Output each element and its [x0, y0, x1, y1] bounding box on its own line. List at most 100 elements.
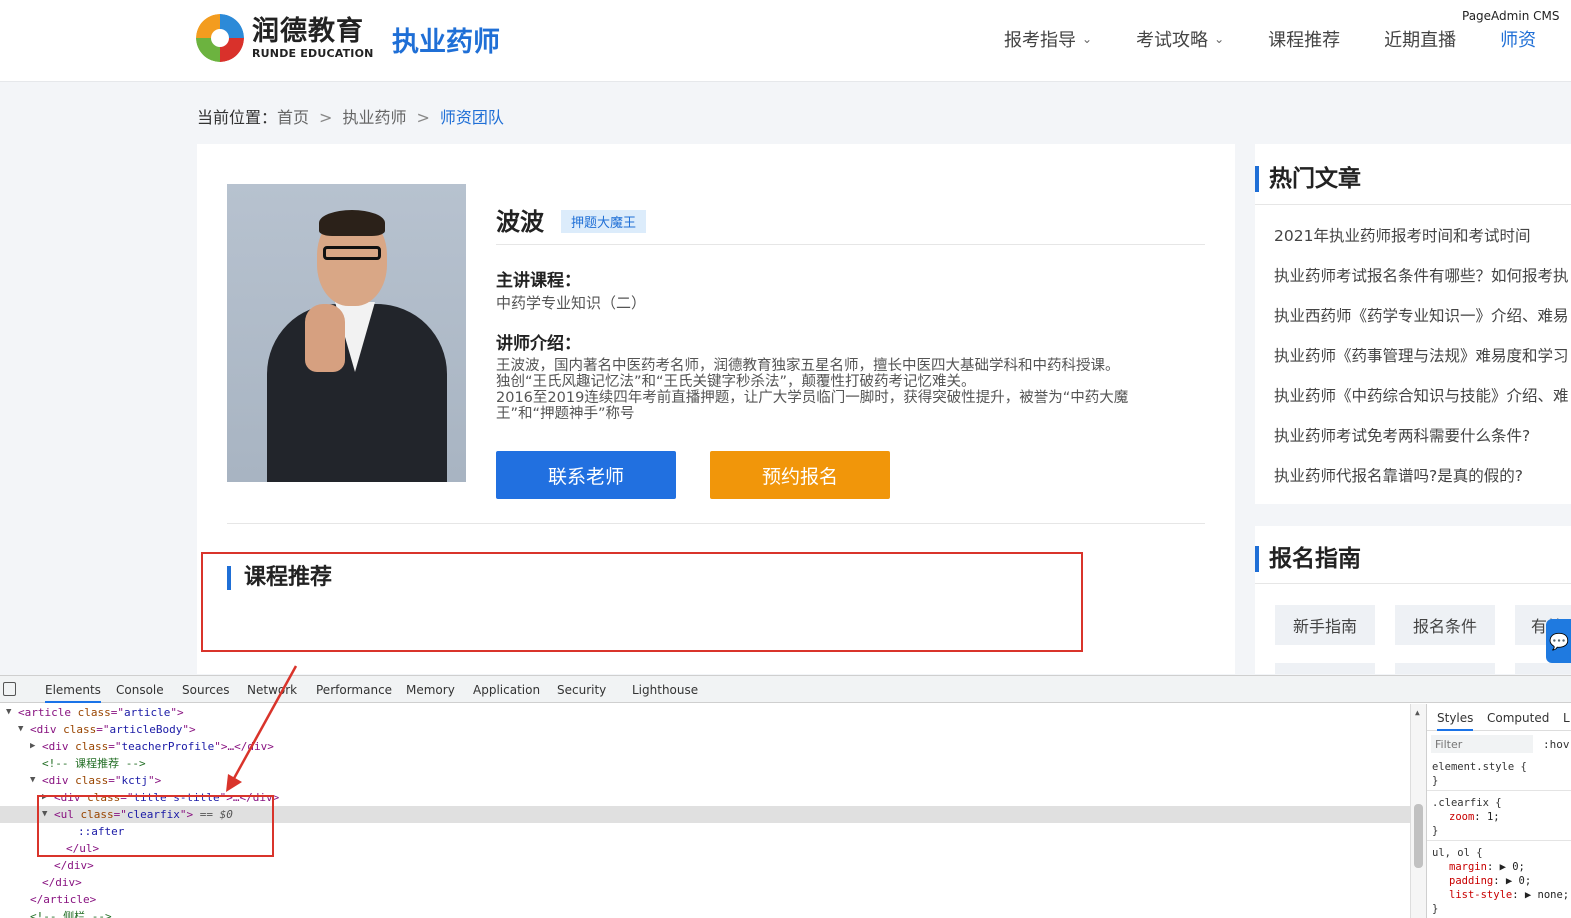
code-token: ">	[170, 706, 184, 719]
dom-node[interactable]: ▶ <div class="teacherProfile">…</div>	[0, 738, 1410, 755]
guide-chip-row2[interactable]	[1395, 663, 1495, 674]
scroll-thumb[interactable]	[1414, 804, 1423, 868]
hover-state-toggle[interactable]: :hov	[1543, 738, 1570, 751]
tab-lighthouse[interactable]: Lighthouse	[632, 683, 698, 697]
tab-sources[interactable]: Sources	[182, 683, 229, 697]
intro-line: 王波波，国内著名中医药考名师，润德教育独家五星名师，擅长中医四大基础学科和中药科…	[496, 358, 1120, 374]
scroll-up-icon[interactable]: ▲	[1415, 708, 1420, 717]
hot-article-link[interactable]: 执业药师《中药综合知识与技能》介绍、难	[1274, 384, 1569, 424]
dom-node[interactable]: <!-- 侧栏 -->	[0, 908, 1410, 918]
breadcrumb-home[interactable]: 首页	[277, 108, 309, 127]
breadcrumb: 当前位置：首页 > 执业药师 > 师资团队	[197, 104, 504, 128]
hot-article-link[interactable]: 2021年执业药师报考时间和考试时间	[1274, 224, 1569, 264]
intro-line: 王”和“押题神手”称号	[496, 406, 635, 422]
breadcrumb-category[interactable]: 执业药师	[342, 108, 406, 127]
hot-article-link[interactable]: 执业药师考试免考两科需要什么条件?	[1274, 424, 1569, 464]
dom-node[interactable]: </div>	[0, 857, 1410, 874]
tab-console[interactable]: Console	[116, 683, 164, 697]
guide-chip-row2[interactable]	[1515, 663, 1571, 674]
code-token: teacherProfile	[121, 740, 215, 753]
expand-triangle-icon[interactable]: ▼	[6, 704, 11, 721]
style-property[interactable]: margin: ▶ 0;	[1449, 860, 1525, 874]
contact-teacher-button[interactable]: 联系老师	[496, 451, 676, 499]
nav-item-exam-guide[interactable]: 报考指导 ⌄	[1004, 26, 1092, 52]
styles-pane: Styles Computed L :hov element.style {}.…	[1426, 704, 1571, 918]
tab-performance[interactable]: Performance	[316, 683, 392, 697]
dom-node[interactable]: ▼ <div class="kctj">	[0, 772, 1410, 789]
logo-text: 润德教育 RUNDE EDUCATION	[252, 18, 374, 59]
dom-node[interactable]: </div>	[0, 874, 1410, 891]
expand-triangle-icon[interactable]: ▼	[18, 721, 23, 738]
teacher-tag-badge: 押题大魔王	[561, 210, 647, 233]
guide-chip-conditions[interactable]: 报名条件	[1395, 605, 1495, 645]
annotation-box-code	[37, 795, 274, 857]
code-token: </article>	[30, 893, 97, 906]
dom-node[interactable]: </article>	[0, 891, 1410, 908]
intro-heading: 讲师介绍：	[496, 334, 581, 354]
code-token: <!-- 课程推荐 -->	[42, 757, 146, 770]
site-logo[interactable]: 润德教育 RUNDE EDUCATION	[196, 14, 374, 62]
course-heading: 主讲课程：	[496, 271, 581, 291]
code-token: ">	[148, 774, 162, 787]
property-name: padding	[1449, 875, 1494, 887]
guide-chip-newbie[interactable]: 新手指南	[1275, 605, 1375, 645]
code-token: class	[77, 706, 111, 719]
property-name: list-style	[1449, 889, 1513, 901]
breadcrumb-separator: >	[319, 108, 333, 127]
code-token: ="	[108, 740, 122, 753]
tab-layout[interactable]: L	[1563, 711, 1570, 725]
hot-article-link[interactable]: 执业药师《药事管理与法规》难易度和学习	[1274, 344, 1569, 384]
code-token: </div>	[42, 876, 82, 889]
dom-node[interactable]: ▼ <div class="articleBody">	[0, 721, 1410, 738]
code-token: class	[63, 723, 97, 736]
intro-line: 2016至2019连续四年考前直播押题，让广大学员临门一脚时，获得突破性提升，被…	[496, 390, 1129, 406]
style-selector[interactable]: element.style {	[1432, 760, 1527, 774]
style-property[interactable]: list-style: ▶ none;	[1449, 888, 1569, 902]
enroll-button[interactable]: 预约报名	[710, 451, 890, 499]
nav-item-courses[interactable]: 课程推荐	[1268, 26, 1340, 52]
tab-styles[interactable]: Styles	[1437, 711, 1474, 731]
dom-node[interactable]: <!-- 课程推荐 -->	[0, 755, 1410, 772]
device-toggle-icon[interactable]	[3, 682, 16, 696]
hot-article-link[interactable]: 执业药师考试报名条件有哪些？如何报考执	[1274, 264, 1569, 304]
tab-network[interactable]: Network	[247, 683, 297, 697]
nav-item-exam-tips[interactable]: 考试攻略 ⌄	[1136, 26, 1224, 52]
style-close-brace: }	[1432, 775, 1439, 787]
enroll-guide-card: 报名指南 新手指南 报名条件 有效	[1255, 526, 1571, 674]
property-name: zoom	[1449, 811, 1475, 823]
nav-item-teachers[interactable]: 师资	[1500, 26, 1536, 52]
tab-computed[interactable]: Computed	[1487, 711, 1549, 725]
logo-en: RUNDE EDUCATION	[252, 46, 374, 60]
tab-memory[interactable]: Memory	[406, 683, 455, 697]
expand-triangle-icon[interactable]: ▼	[30, 772, 35, 789]
code-token: <article	[18, 706, 78, 719]
style-property[interactable]: padding: ▶ 0;	[1449, 874, 1531, 888]
hot-article-link[interactable]: 执业药师代报名靠谱吗?是真的假的?	[1274, 464, 1569, 504]
style-selector[interactable]: .clearfix {	[1432, 796, 1502, 810]
hot-article-link[interactable]: 执业西药师《药学专业知识一》介绍、难易	[1274, 304, 1569, 344]
dom-node[interactable]: ▼ <article class="article">	[0, 704, 1410, 721]
code-token: <div	[42, 740, 76, 753]
enroll-guide-title: 报名指南	[1255, 546, 1361, 572]
style-selector[interactable]: ul, ol {	[1432, 846, 1483, 860]
devtools-tab-bar: Elements Console Sources Network Perform…	[0, 676, 1571, 703]
code-token: ">…</div>	[214, 740, 274, 753]
collapse-triangle-icon[interactable]: ▶	[30, 738, 35, 755]
teacher-name: 波波	[496, 208, 544, 236]
style-property[interactable]: zoom: 1;	[1449, 810, 1500, 824]
nav-item-live[interactable]: 近期直播	[1384, 26, 1456, 52]
code-token: class	[75, 774, 109, 787]
code-token: ">	[182, 723, 196, 736]
hot-articles-title: 热门文章	[1255, 166, 1361, 192]
tab-security[interactable]: Security	[557, 683, 606, 697]
breadcrumb-current[interactable]: 师资团队	[440, 108, 504, 127]
tab-elements[interactable]: Elements	[45, 683, 101, 703]
style-close-brace: }	[1432, 903, 1439, 915]
tab-application[interactable]: Application	[473, 683, 540, 697]
styles-tab-bar: Styles Computed L	[1427, 704, 1571, 731]
elements-scrollbar[interactable]: ▲	[1410, 704, 1426, 918]
styles-filter-input[interactable]	[1431, 735, 1533, 753]
guide-chip-row2[interactable]	[1275, 663, 1375, 674]
chat-bubble-icon[interactable]: 💬	[1546, 619, 1571, 663]
code-token: kctj	[121, 774, 149, 787]
